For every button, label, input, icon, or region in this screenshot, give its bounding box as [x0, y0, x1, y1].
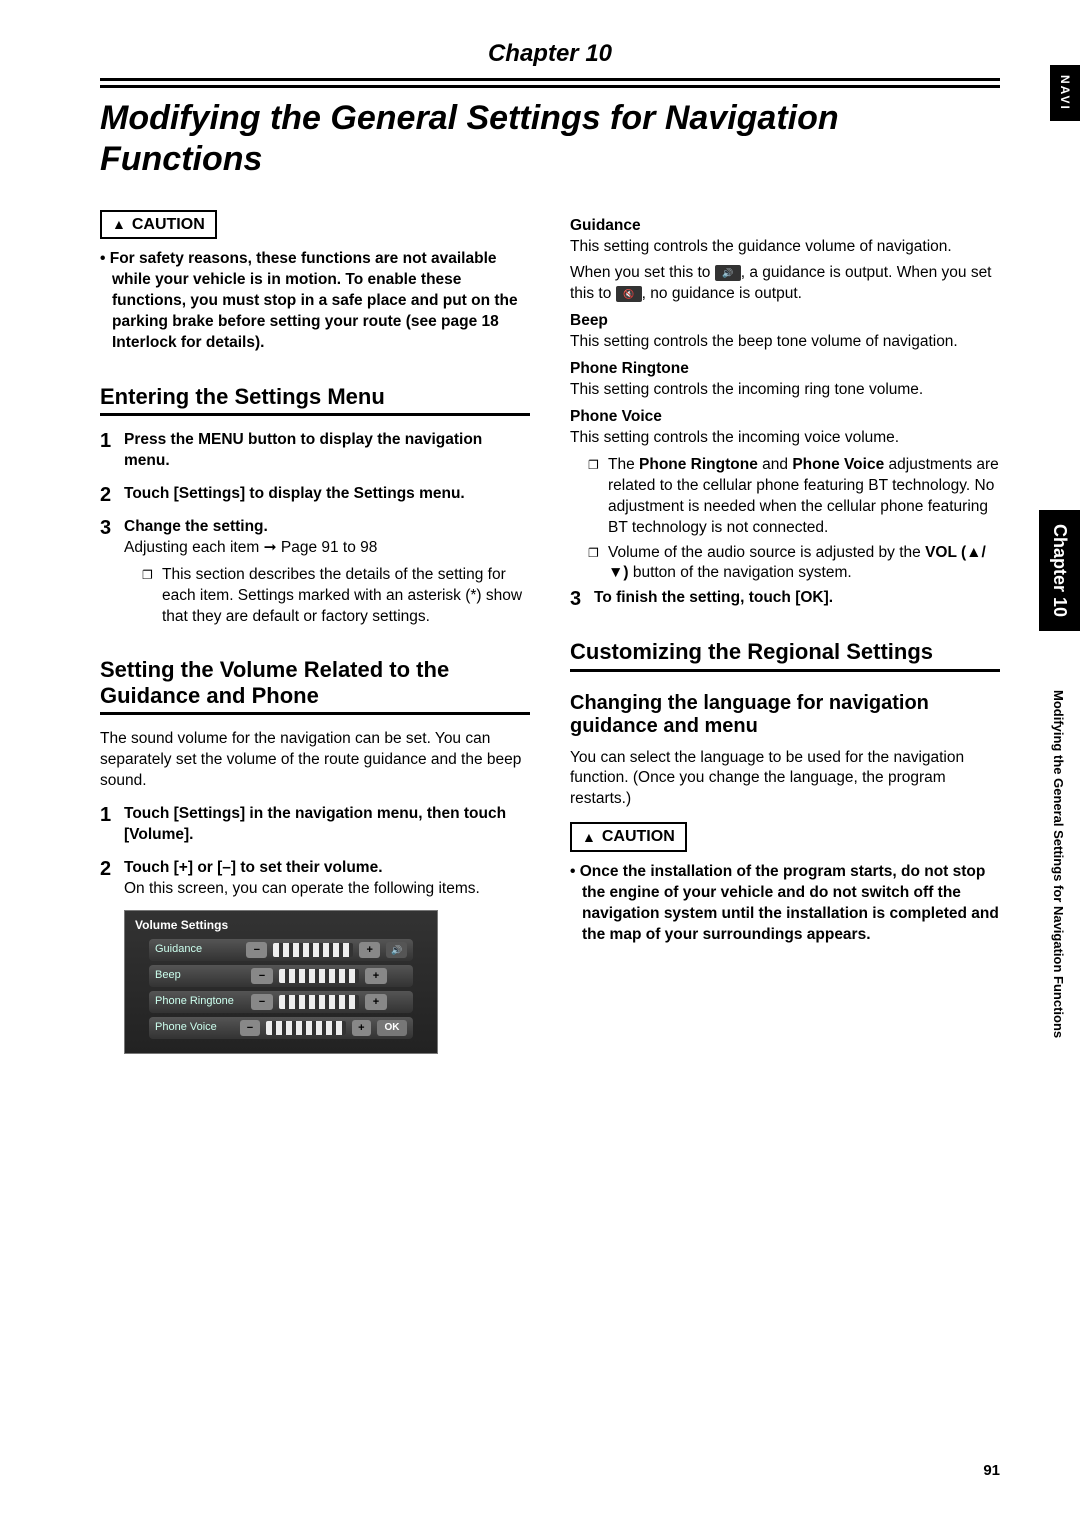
chapter-side-tab: Chapter 10 — [1039, 510, 1080, 631]
left-column: ▲ CAUTION For safety reasons, these func… — [100, 210, 530, 1066]
caution-item: Once the installation of the program sta… — [570, 862, 1000, 946]
speaker-on-icon: 🔊 — [715, 265, 741, 281]
heading-entering: Entering the Settings Menu — [100, 384, 530, 409]
minus-button[interactable]: − — [251, 994, 273, 1010]
volume-settings-screenshot: Volume Settings Guidance − + 🔊 Beep − — [124, 910, 438, 1054]
header-rule — [100, 78, 1000, 88]
def-head-guidance: Guidance — [570, 216, 1000, 237]
step-head: Touch [+] or [–] to set their volume. — [124, 858, 530, 879]
language-body: You can select the language to be used f… — [570, 748, 1000, 811]
caution-label: CAUTION — [602, 826, 675, 848]
note-item: The Phone Ringtone and Phone Voice adjus… — [588, 455, 1000, 539]
page-title: Modifying the General Settings for Navig… — [100, 98, 1000, 180]
content-columns: ▲ CAUTION For safety reasons, these func… — [100, 210, 1000, 1066]
caution-list: Once the installation of the program sta… — [570, 862, 1000, 946]
vol-title: Volume Settings — [131, 917, 431, 933]
def-head-voice: Phone Voice — [570, 407, 1000, 428]
plus-button[interactable]: + — [365, 994, 387, 1010]
manual-page: NAVI Chapter 10 Modifying the General Se… — [0, 0, 1080, 1529]
vol-label: Phone Ringtone — [155, 994, 245, 1009]
vol-bar[interactable] — [279, 969, 359, 983]
vol-bar[interactable] — [279, 995, 359, 1009]
bold: Phone Voice — [792, 456, 884, 473]
vol-label: Guidance — [155, 942, 240, 957]
step-head: Change the setting. — [124, 517, 530, 538]
text: , no guidance is output. — [642, 285, 802, 302]
step-head: Touch [Settings] to display the Settings… — [124, 484, 530, 505]
caution-item: For safety reasons, these functions are … — [100, 249, 530, 354]
vol-label: Beep — [155, 968, 245, 983]
plus-button[interactable]: + — [365, 968, 387, 984]
vol-row-voice: Phone Voice − + OK — [149, 1017, 413, 1039]
step-body: Adjusting each item ➞ Page 91 to 98 — [124, 538, 530, 559]
heading-rule — [100, 712, 530, 715]
minus-button[interactable]: − — [246, 942, 267, 958]
bold: Phone Ringtone — [639, 456, 758, 473]
minus-button[interactable]: − — [240, 1020, 259, 1036]
step-head: To finish the setting, touch [OK]. — [594, 588, 1000, 609]
vol-bar[interactable] — [273, 943, 353, 957]
guidance-extra: When you set this to 🔊, a guidance is ou… — [570, 263, 1000, 305]
plus-button[interactable]: + — [352, 1020, 371, 1036]
bold: VOL (▲/▼) — [608, 544, 986, 582]
minus-button[interactable]: − — [251, 968, 273, 984]
page-number: 91 — [983, 1462, 1000, 1479]
step-note-list: This section describes the details of th… — [124, 565, 530, 628]
heading-volume: Setting the Volume Related to the Guidan… — [100, 657, 530, 708]
step-1: Press the MENU button to display the nav… — [100, 430, 530, 472]
def-body-voice: This setting controls the incoming voice… — [570, 428, 1000, 449]
step-note: This section describes the details of th… — [142, 565, 530, 628]
heading-regional: Customizing the Regional Settings — [570, 639, 1000, 664]
warning-icon: ▲ — [112, 215, 126, 234]
step-body: On this screen, you can operate the foll… — [124, 879, 530, 900]
vol-row-beep: Beep − + — [149, 965, 413, 987]
ok-button[interactable]: OK — [377, 1020, 407, 1036]
speaker-icon[interactable]: 🔊 — [386, 942, 407, 958]
heading-rule — [570, 669, 1000, 672]
plus-button[interactable]: + — [359, 942, 380, 958]
step-2: Touch [+] or [–] to set their volume. On… — [100, 858, 530, 1054]
def-body-guidance: This setting controls the guidance volum… — [570, 237, 1000, 258]
vol-row-ringtone: Phone Ringtone − + — [149, 991, 413, 1013]
vol-bar[interactable] — [266, 1021, 346, 1035]
speaker-off-icon: 🔇 — [616, 286, 642, 302]
vol-label: Phone Voice — [155, 1020, 234, 1035]
navi-side-tab: NAVI — [1050, 65, 1080, 121]
warning-icon: ▲ — [582, 828, 596, 847]
def-body-beep: This setting controls the beep tone volu… — [570, 332, 1000, 353]
step-head: Press the MENU button to display the nav… — [124, 430, 530, 472]
text: When you set this to — [570, 264, 715, 281]
def-body-ringtone: This setting controls the incoming ring … — [570, 380, 1000, 401]
chapter-side-text: Modifying the General Settings for Navig… — [1051, 690, 1066, 1038]
note-item: Volume of the audio source is adjusted b… — [588, 543, 1000, 585]
step-3: Change the setting. Adjusting each item … — [100, 517, 530, 628]
caution-list: For safety reasons, these functions are … — [100, 249, 530, 354]
steps-entering: Press the MENU button to display the nav… — [100, 430, 530, 627]
heading-rule — [100, 413, 530, 416]
caution-box: ▲ CAUTION — [100, 210, 217, 240]
step-2: Touch [Settings] to display the Settings… — [100, 484, 530, 505]
right-column: Guidance This setting controls the guida… — [570, 210, 1000, 1066]
volume-intro: The sound volume for the navigation can … — [100, 729, 530, 792]
caution-box: ▲ CAUTION — [570, 822, 687, 852]
def-head-ringtone: Phone Ringtone — [570, 359, 1000, 380]
step-1: Touch [Settings] in the navigation menu,… — [100, 804, 530, 846]
def-head-beep: Beep — [570, 311, 1000, 332]
caution-label: CAUTION — [132, 214, 205, 236]
heading-language: Changing the language for navigation gui… — [570, 692, 1000, 738]
steps-volume: Touch [Settings] in the navigation menu,… — [100, 804, 530, 1054]
steps-finish: To finish the setting, touch [OK]. — [570, 588, 1000, 609]
phone-notes: The Phone Ringtone and Phone Voice adjus… — [570, 455, 1000, 585]
vol-row-guidance: Guidance − + 🔊 — [149, 939, 413, 961]
step-head: Touch [Settings] in the navigation menu,… — [124, 804, 530, 846]
step-3: To finish the setting, touch [OK]. — [570, 588, 1000, 609]
chapter-header: Chapter 10 — [100, 40, 1000, 68]
